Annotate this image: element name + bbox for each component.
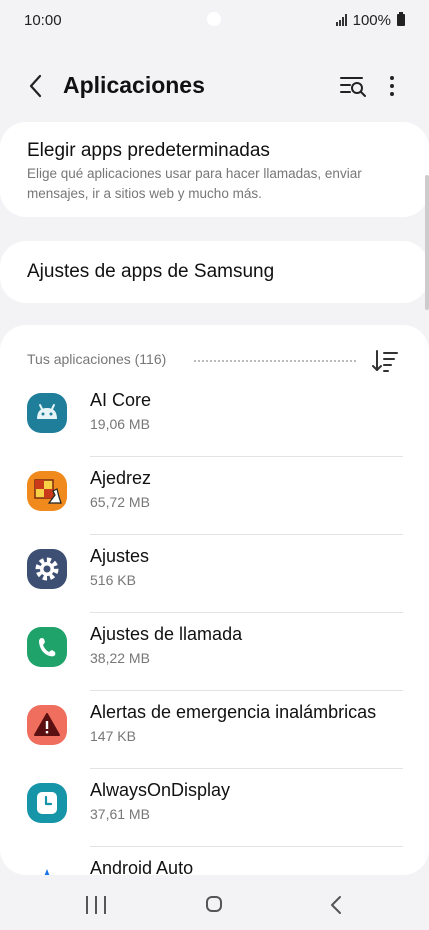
sort-icon <box>372 350 398 372</box>
app-size: 38,22 MB <box>90 650 150 666</box>
battery-percent: 100% <box>352 11 391 29</box>
list-item-alertas-de-emergencia[interactable]: Alertas de emergencia inalámbricas 147 K… <box>0 691 429 769</box>
back-nav-button[interactable] <box>326 894 346 916</box>
default-apps-card[interactable]: Elegir apps predeterminadas Elige qué ap… <box>0 122 429 217</box>
samsung-app-settings-card[interactable]: Ajustes de apps de Samsung <box>0 241 429 303</box>
status-time: 10:00 <box>24 11 62 29</box>
app-name: Ajustes de llamada <box>90 624 243 644</box>
list-item-alwaysondisplay[interactable]: AlwaysOnDisplay 37,61 MB <box>0 769 429 847</box>
apps-list-header: Tus aplicaciones (116) <box>27 348 402 374</box>
app-name: Alertas de emergencia inalámbricas <box>90 702 377 722</box>
signal-icon <box>335 14 347 26</box>
list-item-ajustes[interactable]: Ajustes 516 KB <box>0 535 429 613</box>
app-name: AlwaysOnDisplay <box>90 780 231 800</box>
app-header: Aplicaciones <box>0 58 429 114</box>
back-icon <box>331 896 341 914</box>
page-title: Aplicaciones <box>63 72 205 98</box>
app-size: 147 KB <box>90 728 136 744</box>
chevron-left-icon <box>29 74 42 98</box>
app-size: 516 KB <box>90 572 136 588</box>
more-options-button[interactable] <box>382 72 402 100</box>
apps-list-card: Tus aplicaciones (116) AI Core 19,06 MB … <box>0 325 429 875</box>
phone-icon <box>27 627 67 667</box>
app-name: Ajedrez <box>90 468 152 488</box>
camera-cutout <box>207 12 221 26</box>
warning-icon <box>27 705 67 745</box>
home-button[interactable] <box>206 896 222 912</box>
dotted-divider <box>194 360 356 362</box>
app-name: Android Auto <box>90 858 194 875</box>
android-auto-icon <box>27 861 67 875</box>
list-item-ajustes-de-llamada[interactable]: Ajustes de llamada 38,22 MB <box>0 613 429 691</box>
default-apps-description: Elige qué aplicaciones usar para hacer l… <box>27 166 362 201</box>
status-indicators: 100% <box>335 11 405 29</box>
battery-icon <box>397 12 405 26</box>
apps-count-label: Tus aplicaciones (116) <box>27 351 167 367</box>
sort-button[interactable] <box>372 348 398 374</box>
list-search-icon <box>340 77 366 97</box>
more-vert-icon <box>390 76 394 80</box>
list-item-ai-core[interactable]: AI Core 19,06 MB <box>0 379 429 457</box>
gear-icon <box>27 549 67 589</box>
app-name: AI Core <box>90 390 152 410</box>
recent-apps-icon <box>86 896 88 914</box>
chess-icon <box>27 471 67 511</box>
list-item-ajedrez[interactable]: Ajedrez 65,72 MB <box>0 457 429 535</box>
recent-apps-button[interactable] <box>86 896 106 914</box>
navigation-bar <box>0 880 429 930</box>
scrollbar[interactable] <box>425 175 429 310</box>
app-size: 65,72 MB <box>90 494 150 510</box>
app-size: 19,06 MB <box>90 416 150 432</box>
search-button[interactable] <box>338 72 368 100</box>
list-item-android-auto[interactable]: Android Auto <box>0 847 429 875</box>
samsung-app-settings-title: Ajustes de apps de Samsung <box>27 261 275 282</box>
app-size: 37,61 MB <box>90 806 150 822</box>
back-button[interactable] <box>22 72 50 100</box>
default-apps-title: Elegir apps predeterminadas <box>27 140 270 161</box>
android-icon <box>27 393 67 433</box>
app-name: Ajustes <box>90 546 150 566</box>
clock-icon <box>27 783 67 823</box>
